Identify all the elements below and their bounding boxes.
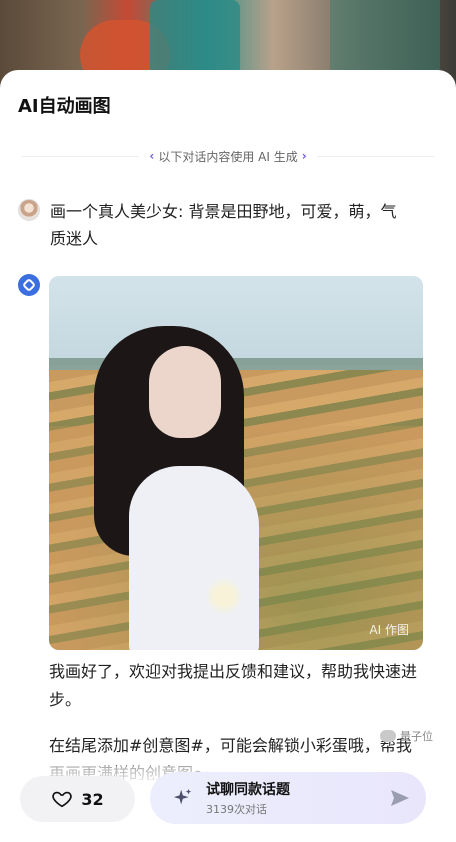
generated-image[interactable]: AI 作图 bbox=[49, 276, 423, 650]
ai-generated-text: 以下对话内容使用 AI 生成 bbox=[158, 149, 298, 164]
image-watermark: AI 作图 bbox=[369, 623, 409, 637]
watermark-label: 量子位 bbox=[400, 730, 433, 743]
try-same-topic-title: 试聊同款话题 bbox=[206, 782, 290, 798]
sheet-title: AI自动画图 bbox=[18, 96, 111, 117]
conversation-count: 3139次对话 bbox=[206, 803, 267, 816]
conversation-sheet: AI自动画图 ‹ 以下对话内容使用 AI 生成 › 画一个真人美少女: 背景是田… bbox=[0, 70, 456, 842]
try-same-topic-text: 试聊同款话题 3139次对话 bbox=[206, 779, 290, 817]
background-photo-detail bbox=[150, 0, 240, 80]
like-button[interactable]: 32 bbox=[20, 776, 135, 822]
user-message-text: 画一个真人美少女: 背景是田野地，可爱，萌，气质迷人 bbox=[50, 202, 397, 248]
chevron-right-icon: › bbox=[301, 149, 307, 163]
watermark: 量子位 bbox=[380, 728, 433, 744]
image-figure-dress bbox=[129, 466, 259, 650]
bot-avatar[interactable] bbox=[18, 274, 40, 296]
divider-line bbox=[22, 155, 140, 157]
image-figure-face bbox=[149, 346, 221, 438]
user-message: 画一个真人美少女: 背景是田野地，可爱，萌，气质迷人 bbox=[18, 198, 418, 252]
bot-logo-icon bbox=[21, 277, 37, 293]
divider-line bbox=[316, 155, 435, 157]
user-avatar[interactable] bbox=[18, 199, 40, 221]
bot-reply-text: 我画好了，欢迎对我提出反馈和建议，帮助我快速进步。 bbox=[49, 662, 418, 709]
bottom-action-bar: 32 试聊同款话题 3139次对话 bbox=[0, 766, 456, 842]
ai-generated-divider: ‹ 以下对话内容使用 AI 生成 › bbox=[22, 146, 435, 166]
ai-generated-label: ‹ 以下对话内容使用 AI 生成 › bbox=[139, 148, 316, 165]
sparkle-icon bbox=[173, 788, 192, 805]
heart-icon bbox=[52, 791, 73, 808]
like-count: 32 bbox=[81, 789, 104, 809]
send-icon bbox=[391, 790, 409, 806]
wechat-icon bbox=[380, 730, 396, 742]
chevron-left-icon: ‹ bbox=[149, 149, 155, 163]
image-sky bbox=[49, 276, 423, 366]
image-flowers bbox=[199, 576, 249, 616]
try-same-topic-button[interactable]: 试聊同款话题 3139次对话 bbox=[150, 772, 426, 824]
